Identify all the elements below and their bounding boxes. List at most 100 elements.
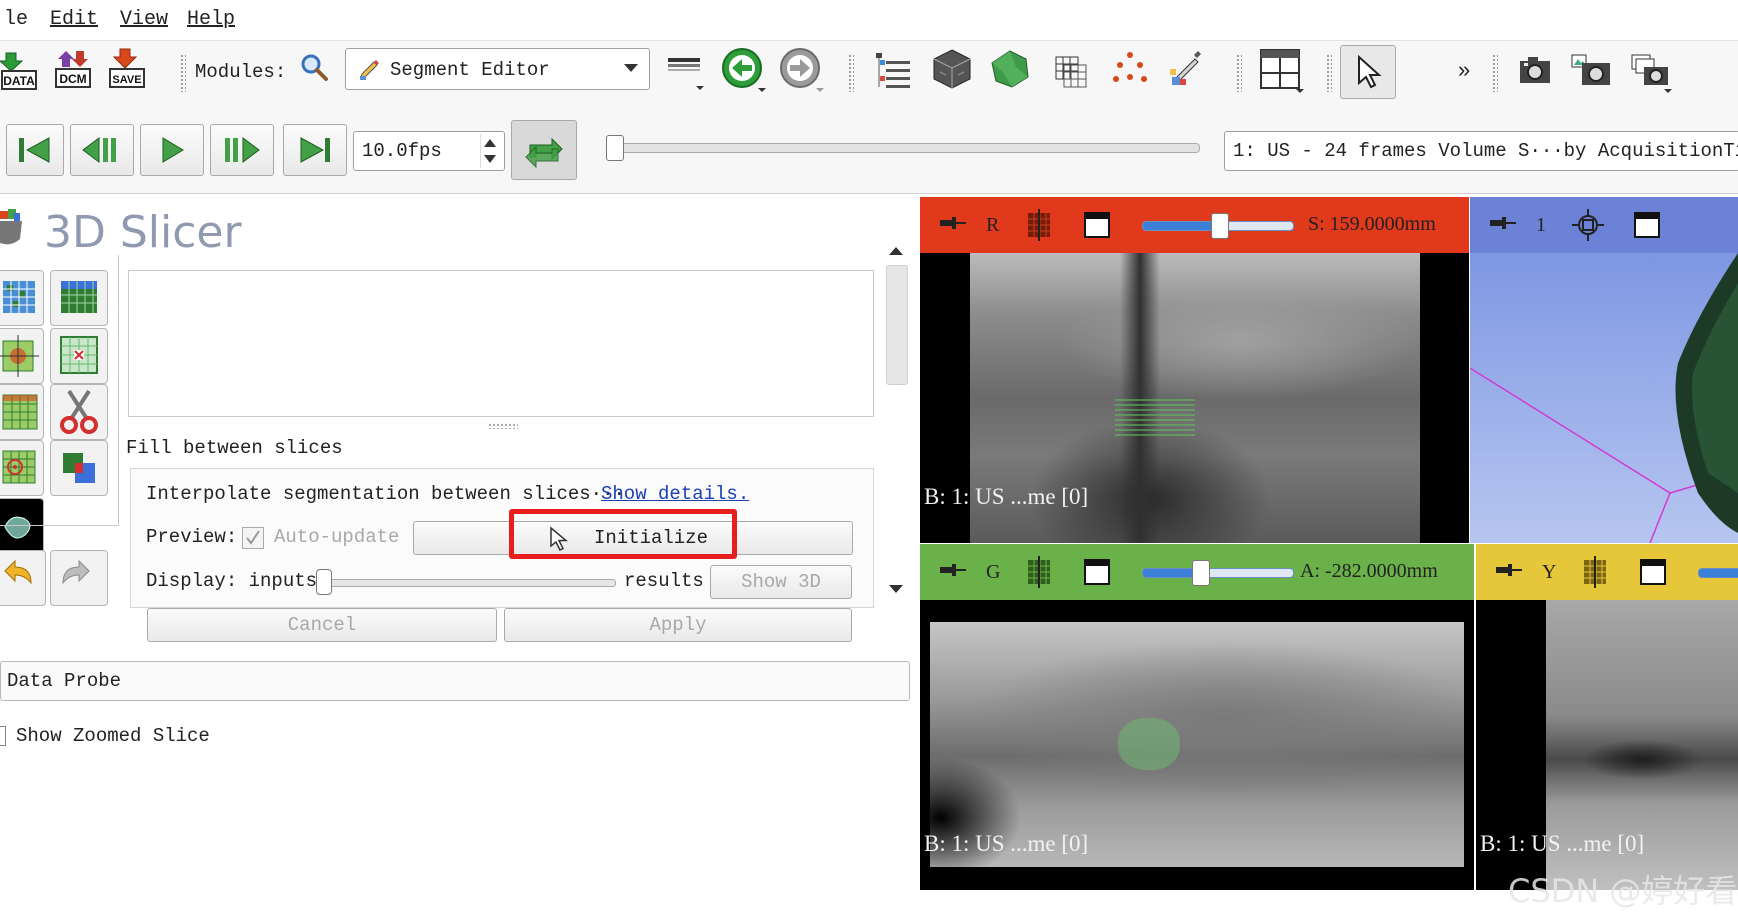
watermark: CSDN @婷好看 <box>1508 872 1738 910</box>
markups-module-button[interactable] <box>1110 49 1154 93</box>
effect-logical-button[interactable] <box>50 440 108 496</box>
yellow-slice-view[interactable]: B: 1: US ...me [0] <box>1476 600 1738 890</box>
scene-view-snapshots-button[interactable] <box>1630 51 1674 95</box>
apply-button[interactable]: Apply <box>504 608 852 642</box>
threed-view[interactable] <box>1470 253 1738 543</box>
scrollbar-thumb[interactable] <box>886 265 908 385</box>
effect-scissors-button[interactable] <box>50 384 108 440</box>
display-slider-track[interactable] <box>320 579 616 587</box>
display-slider-handle[interactable] <box>316 569 332 595</box>
pin-icon[interactable] <box>940 562 966 578</box>
module-history-button[interactable] <box>666 50 706 90</box>
menu-help[interactable]: Help <box>187 8 235 31</box>
effect-islands-button[interactable] <box>0 440 44 496</box>
pin-icon[interactable] <box>1496 562 1522 578</box>
red-view-caption: B: 1: US ...me [0] <box>924 484 1089 509</box>
green-offset-slider-handle[interactable] <box>1192 560 1210 586</box>
dicom-button[interactable]: DCM <box>52 47 96 91</box>
window-maximize-icon[interactable] <box>1633 211 1661 239</box>
effect-erase-button[interactable] <box>50 328 108 384</box>
scroll-down-icon[interactable] <box>889 585 903 595</box>
mouse-mode-view-transform-button[interactable] <box>1340 45 1396 99</box>
toolbar-grip[interactable] <box>1236 54 1242 92</box>
window-maximize-icon[interactable] <box>1083 558 1111 586</box>
previous-module-button[interactable] <box>720 46 766 92</box>
frame-slider-track[interactable] <box>608 143 1200 153</box>
models-module-button[interactable] <box>988 47 1032 91</box>
play-button[interactable] <box>140 124 204 176</box>
slice-visibility-icon[interactable] <box>1024 556 1054 588</box>
red-offset-slider-handle[interactable] <box>1211 213 1229 239</box>
green-view-letter: G <box>986 561 1001 583</box>
green-slice-view[interactable]: B: 1: US ...me [0] <box>920 600 1474 890</box>
data-probe-header[interactable]: Data Probe <box>0 661 910 701</box>
data-module-button[interactable] <box>872 49 916 93</box>
toolbar-grip[interactable] <box>180 54 186 92</box>
slice-visibility-icon[interactable] <box>1024 209 1054 241</box>
auto-update-checkbox[interactable] <box>242 527 264 549</box>
show-details-link[interactable]: Show details. <box>601 483 749 505</box>
toolbar-overflow-button[interactable]: » <box>1458 57 1470 83</box>
menu-edit-label: Edit <box>50 8 99 31</box>
volumes-module-button[interactable] <box>930 47 974 91</box>
slicer-logo-icon <box>0 209 22 245</box>
fps-value: 10.0fps <box>362 140 442 162</box>
undo-button[interactable] <box>0 550 46 606</box>
redo-button[interactable] <box>50 550 108 606</box>
results-label: results <box>624 570 704 592</box>
pin-icon[interactable] <box>1490 215 1516 231</box>
window-maximize-icon[interactable] <box>1639 558 1667 586</box>
menu-file[interactable]: le <box>4 8 28 31</box>
first-frame-button[interactable] <box>6 124 64 176</box>
pin-icon[interactable] <box>940 215 966 231</box>
app-title: 3D Slicer <box>44 207 242 258</box>
layout-button[interactable] <box>1258 47 1306 95</box>
last-frame-button[interactable] <box>283 124 347 176</box>
toolbar-grip[interactable] <box>1326 54 1332 92</box>
segmentation-overlay <box>1115 396 1195 436</box>
segment-editor-module-button[interactable] <box>1168 49 1212 93</box>
effect-levels-button[interactable] <box>0 328 44 384</box>
transforms-module-button[interactable] <box>1050 49 1094 93</box>
screenshot-button[interactable] <box>1516 51 1560 95</box>
previous-frame-button[interactable] <box>70 124 134 176</box>
yellow-offset-slider[interactable] <box>1698 568 1738 578</box>
effect-draw-button[interactable] <box>50 270 108 326</box>
center-view-icon[interactable] <box>1572 209 1604 241</box>
window-maximize-icon[interactable] <box>1083 211 1111 239</box>
scroll-up-icon[interactable] <box>889 245 903 255</box>
panel-scrollbar[interactable] <box>882 245 910 595</box>
module-selector[interactable]: Segment Editor <box>345 48 650 90</box>
show-3d-button[interactable]: Show 3D <box>710 565 852 599</box>
layout-grid-icon <box>1260 49 1304 93</box>
effect-smoothing-button[interactable] <box>0 498 44 554</box>
menu-edit[interactable]: Edit <box>50 8 98 31</box>
green-offset-slider[interactable] <box>1142 568 1294 578</box>
load-data-button[interactable]: DATA <box>0 49 44 93</box>
toolbar-grip[interactable] <box>1492 54 1498 92</box>
preview-label: Preview: <box>146 526 238 548</box>
module-search-button[interactable] <box>300 53 330 83</box>
fps-spinbox[interactable]: 10.0fps <box>353 131 505 171</box>
effect-paint-button[interactable] <box>0 270 44 326</box>
scene-views-button[interactable] <box>1570 51 1614 95</box>
show-zoomed-slice-checkbox[interactable] <box>0 726 6 746</box>
step-back-icon <box>82 137 116 163</box>
red-slice-view[interactable]: B: 1: US ...me [0] <box>920 253 1469 543</box>
loop-toggle-button[interactable] <box>511 120 577 180</box>
slice-visibility-icon[interactable] <box>1580 556 1610 588</box>
cancel-label: Cancel <box>287 614 357 636</box>
toolbar-grip[interactable] <box>848 54 854 92</box>
segment-editor-icon <box>360 60 379 80</box>
effect-threshold-button[interactable] <box>0 384 44 440</box>
save-button[interactable]: SAVE <box>106 47 150 91</box>
cancel-button[interactable]: Cancel <box>147 608 497 642</box>
sequence-browser-value: 1: US - 24 frames Volume S···by Acquisit… <box>1233 140 1738 162</box>
next-frame-button[interactable] <box>210 124 274 176</box>
splitter-handle[interactable] <box>488 423 518 429</box>
arrow-right-icon <box>780 48 824 92</box>
sequence-browser-selector[interactable]: 1: US - 24 frames Volume S···by Acquisit… <box>1224 131 1738 171</box>
menu-view[interactable]: View <box>120 8 168 31</box>
next-module-button[interactable] <box>778 46 824 92</box>
frame-slider-handle[interactable] <box>606 135 624 161</box>
